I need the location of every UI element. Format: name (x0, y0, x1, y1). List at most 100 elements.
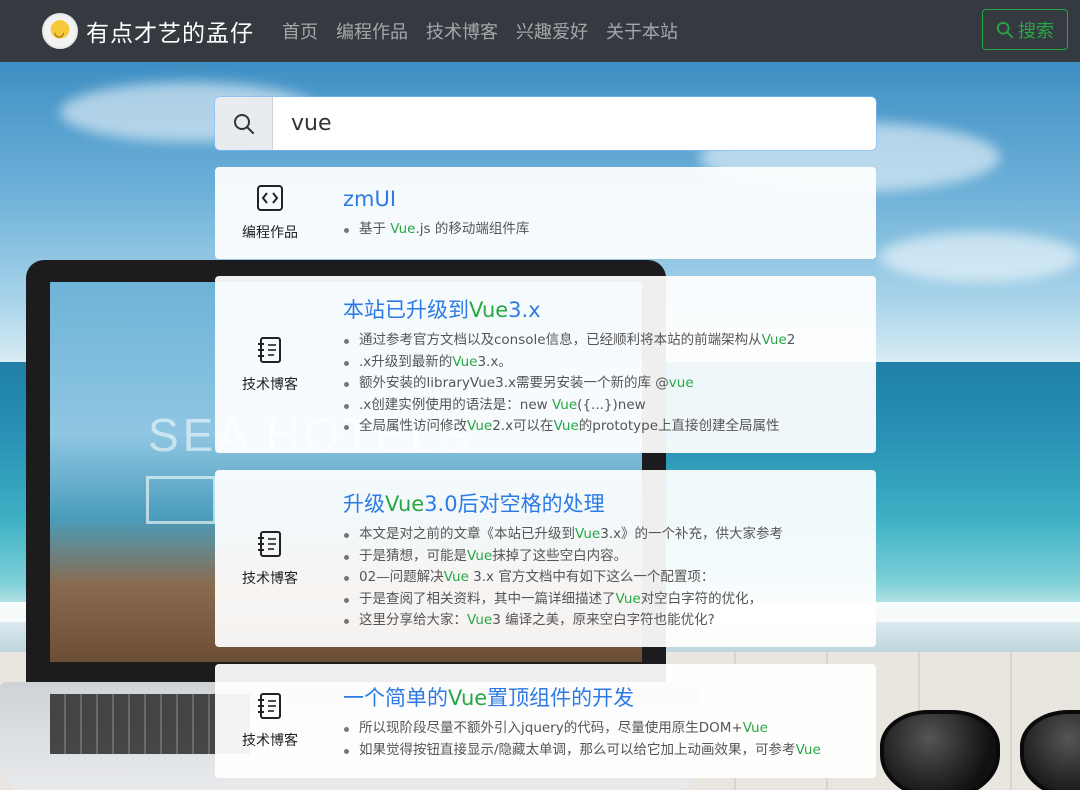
excerpt-text: 3.x 官方文档中有如下这么一个配置项： (468, 569, 715, 585)
result-category: 编程作品 (215, 167, 325, 259)
excerpt-line: 如果觉得按钮直接显示/隐藏太单调，那么可以给它加上动画效果，可参考Vue (343, 740, 864, 762)
excerpt-text: 如果觉得按钮直接显示/隐藏太单调，那么可以给它加上动画效果，可参考 (359, 741, 796, 758)
excerpt-line: 所以现阶段尽量不额外引入jquery的代码，尽量使用原生DOM+Vue (343, 718, 864, 740)
excerpt-text: 这里分享给大家： (359, 612, 467, 628)
excerpt-line: 这里分享给大家：Vue3 编译之美，原来空白字符也能优化? (343, 610, 864, 632)
excerpt-line: .x创建实例使用的语法是：new Vue({...})new (343, 395, 864, 417)
excerpt-text: 3 编译之美，原来空白字符也能优化? (492, 612, 715, 628)
search-button-label: 搜索 (1018, 20, 1054, 42)
notebook-icon (256, 336, 284, 374)
keyword-highlight: Vue (575, 526, 601, 542)
result-category-label: 技术博客 (242, 376, 298, 393)
excerpt-text: 于是查阅了相关资料，其中一篇详细描述了 (359, 590, 616, 607)
nav-link-blog[interactable]: 技术博客 (426, 18, 498, 44)
nav-link-about[interactable]: 关于本站 (606, 18, 678, 44)
search-icon (233, 113, 254, 134)
result-category-label: 编程作品 (242, 225, 298, 241)
keyword-highlight: Vue (795, 741, 821, 758)
keyword-highlight: Vue (469, 298, 509, 322)
result-category: 技术博客 (215, 276, 325, 453)
result-category: 技术博客 (215, 664, 325, 778)
search-input[interactable] (273, 97, 876, 150)
search-icon (996, 21, 1014, 38)
result-body: 一个简单的Vue置顶组件的开发 所以现阶段尽量不额外引入jquery的代码，尽量使… (343, 664, 864, 761)
excerpt-line: 通过参考官方文档以及console信息，已经顺利将本站的前端架构从Vue2 (343, 330, 864, 352)
notebook-icon (256, 692, 284, 730)
excerpt-line: 于是猜想，可能是Vue抹掉了这些空白内容。 (343, 546, 864, 568)
excerpt-text: .js 的移动端组件库 (415, 221, 530, 237)
search-result-card[interactable]: 编程作品 zmUI 基于 Vue.js 的移动端组件库 (215, 167, 876, 259)
nav-link-home[interactable]: 首页 (282, 18, 318, 44)
excerpt-text: 3.x。 (477, 353, 512, 370)
search-addon (215, 97, 273, 150)
result-title-link[interactable]: 一个简单的Vue置顶组件的开发 (343, 682, 864, 712)
keyword-highlight: Vue (551, 396, 578, 413)
keyword-highlight: Vue (467, 612, 493, 628)
result-title-link[interactable]: 升级Vue3.0后对空格的处理 (343, 488, 864, 518)
result-excerpt-list: 本文是对之前的文章《本站已升级到Vue3.x》的一个补充，供大家参考 于是猜想，可… (343, 524, 864, 632)
background-hotel-frame (146, 476, 216, 524)
excerpt-text: 通过参考官方文档以及console信息，已经顺利将本站的前端架构从 (359, 332, 762, 348)
keyword-highlight: Vue (385, 492, 425, 516)
result-body: 本站已升级到Vue3.x 通过参考官方文档以及console信息，已经顺利将本站的… (343, 276, 864, 438)
code-icon (256, 184, 284, 222)
search-button[interactable]: 搜索 (982, 9, 1068, 50)
keyword-highlight: Vue (443, 569, 469, 585)
search-result-card[interactable]: 技术博客 升级Vue3.0后对空格的处理 本文是对之前的文章《本站已升级到Vue3.… (215, 470, 876, 647)
excerpt-line: .x升级到最新的Vue3.x。 (343, 352, 864, 374)
excerpt-text: 基于 (359, 221, 391, 237)
result-excerpt-list: 通过参考官方文档以及console信息，已经顺利将本站的前端架构从Vue2 .x升… (343, 330, 864, 438)
result-title-link[interactable]: zmUI (343, 187, 864, 211)
nav-link-hobbies[interactable]: 兴趣爱好 (516, 18, 588, 44)
sunglasses-lens (880, 710, 1000, 790)
search-result-card[interactable]: 技术博客 一个简单的Vue置顶组件的开发 所以现阶段尽量不额外引入jquery的代码… (215, 664, 876, 778)
excerpt-text: 于是猜想，可能是 (359, 547, 467, 564)
result-excerpt-list: 所以现阶段尽量不额外引入jquery的代码，尽量使用原生DOM+Vue 如果觉得按… (343, 718, 864, 761)
excerpt-text: 额外安装的libraryVue3.x需要另安装一个新的库 @ (359, 375, 669, 391)
excerpt-text: 全局属性访问修改 (359, 418, 467, 434)
result-body: 升级Vue3.0后对空格的处理 本文是对之前的文章《本站已升级到Vue3.x》的一… (343, 470, 864, 632)
excerpt-line: 02—问题解决Vue 3.x 官方文档中有如下这么一个配置项： (343, 567, 864, 589)
excerpt-text: .x创建实例使用的语法是：new (359, 396, 552, 413)
excerpt-text: .x升级到最新的 (359, 353, 453, 370)
keyword-highlight: Vue (615, 590, 641, 607)
sunglasses (880, 710, 1080, 790)
result-title-text: 升级 (343, 492, 385, 516)
excerpt-text: 2 (786, 332, 796, 348)
keyword-highlight: Vue (742, 720, 768, 736)
result-title-text: zmUI (343, 187, 397, 211)
excerpt-line: 额外安装的libraryVue3.x需要另安装一个新的库 @vue (343, 373, 864, 395)
sunglasses-lens (1020, 710, 1080, 790)
result-title-text: 一个简单的 (343, 686, 448, 710)
result-title-text: 本站已升级到 (343, 298, 469, 322)
excerpt-text: 02—问题解决 (359, 569, 444, 585)
excerpt-text: 2.x可以在 (492, 418, 554, 434)
result-excerpt-list: 基于 Vue.js 的移动端组件库 (343, 219, 864, 241)
result-title-link[interactable]: 本站已升级到Vue3.x (343, 294, 864, 324)
keyword-highlight: Vue (448, 686, 488, 710)
keyword-highlight: Vue (452, 353, 478, 370)
excerpt-text: 3.x》的一个补充，供大家参考 (600, 526, 784, 542)
navbar: 有点才艺的孟仔 首页 编程作品 技术博客 兴趣爱好 关于本站 搜索 (0, 0, 1080, 62)
notebook-icon (256, 530, 284, 568)
brand-title[interactable]: 有点才艺的孟仔 (86, 14, 254, 48)
cloud (880, 232, 1080, 282)
result-title-text: 3.x (508, 298, 541, 322)
excerpt-line: 全局属性访问修改Vue2.x可以在Vue的prototype上直接创建全局属性 (343, 416, 864, 438)
keyword-highlight: Vue (761, 332, 787, 348)
excerpt-text: 对空白字符的优化， (640, 590, 763, 607)
keyword-highlight: Vue (467, 418, 493, 434)
result-title-text: 置顶组件的开发 (487, 686, 635, 710)
search-result-card[interactable]: 技术博客 本站已升级到Vue3.x 通过参考官方文档以及console信息，已经顺利… (215, 276, 876, 453)
logo-avatar[interactable] (42, 13, 78, 49)
excerpt-line: 基于 Vue.js 的移动端组件库 (343, 219, 864, 241)
nav-link-works[interactable]: 编程作品 (336, 18, 408, 44)
result-title-text: 3.0后对空格的处理 (424, 492, 605, 516)
excerpt-text: 抹掉了这些空白内容。 (492, 547, 628, 564)
keyword-highlight: vue (668, 375, 694, 391)
keyword-highlight: Vue (553, 418, 579, 434)
result-category-label: 技术博客 (242, 570, 298, 587)
search-box (215, 97, 876, 150)
keyword-highlight: Vue (467, 547, 493, 564)
result-category-label: 技术博客 (242, 733, 298, 749)
